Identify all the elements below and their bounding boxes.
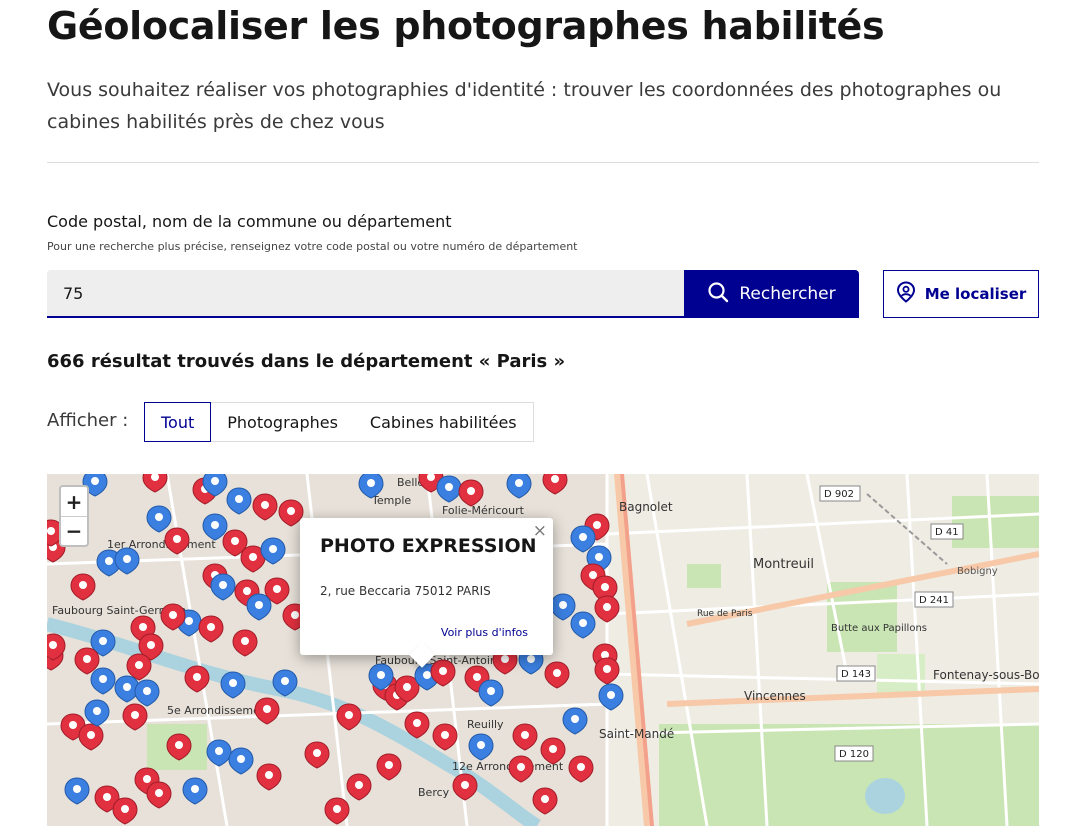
map-label-folie-mericourt: Folie-Méricourt [442,504,525,517]
page-title: Géolocaliser les photographes habilités [47,4,885,48]
zoom-out-button[interactable]: − [61,516,87,545]
map-label-bagnolet: Bagnolet [619,500,673,514]
map-shield-d120: D 120 [839,749,869,760]
map-label-bobigny: Bobigny [957,566,998,577]
map-label-temple: Temple [371,494,411,507]
map-shield-d241: D 241 [919,595,949,606]
zoom-in-button[interactable]: + [61,487,87,516]
results-summary: 666 résultat trouvés dans le département… [47,351,566,372]
map-label-reuilly: Reuilly [467,718,504,731]
map-shield-d41: D 41 [935,527,959,538]
search-button-label: Rechercher [739,284,836,304]
map-label-rue-de-paris: Rue de Paris [697,609,753,619]
location-pin-icon [896,281,916,307]
popup-address: 2, rue Beccaria 75012 PARIS [320,584,491,598]
map-zoom-control: + − [59,485,89,547]
locate-me-label: Me localiser [924,285,1027,303]
filter-option-cabins[interactable]: Cabines habilitées [353,403,533,441]
map-shield-d143: D 143 [841,669,871,680]
search-icon [707,281,729,308]
map-label-bercy: Bercy [418,786,450,799]
map-label-montreuil: Montreuil [753,557,814,572]
map-label-saint-mande: Saint-Mandé [599,727,674,741]
map-label-fontenay: Fontenay-sous-Bois [933,668,1039,682]
map-label-vincennes: Vincennes [744,689,806,703]
page-lead: Vous souhaitez réaliser vos photographie… [47,79,1002,133]
divider [47,162,1039,163]
filter-option-all[interactable]: Tout [144,402,212,442]
popup-title: PHOTO EXPRESSION [320,535,537,557]
search-label: Code postal, nom de la commune ou départ… [47,212,452,231]
locate-me-button[interactable]: Me localiser [883,270,1039,318]
search-input[interactable] [47,270,684,318]
map-shield-d902: D 902 [824,489,854,500]
map-label-butte: Butte aux Papillons [831,623,927,634]
search-button[interactable]: Rechercher [684,270,859,318]
map-label-arr12: 12e Arrondissement [452,760,564,773]
search-hint: Pour une recherche plus précise, renseig… [47,240,578,253]
map-popup: × PHOTO EXPRESSION 2, rue Beccaria 75012… [300,518,553,655]
popup-more-info-link[interactable]: Voir plus d'infos [441,626,528,639]
map[interactable]: Bagnolet Montreuil Vincennes Saint-Mandé… [47,474,1039,826]
filter-option-photographers[interactable]: Photographes [211,403,354,441]
filter-segmented-control: Tout Photographes Cabines habilitées [144,402,534,442]
filter-label: Afficher : [47,410,129,431]
